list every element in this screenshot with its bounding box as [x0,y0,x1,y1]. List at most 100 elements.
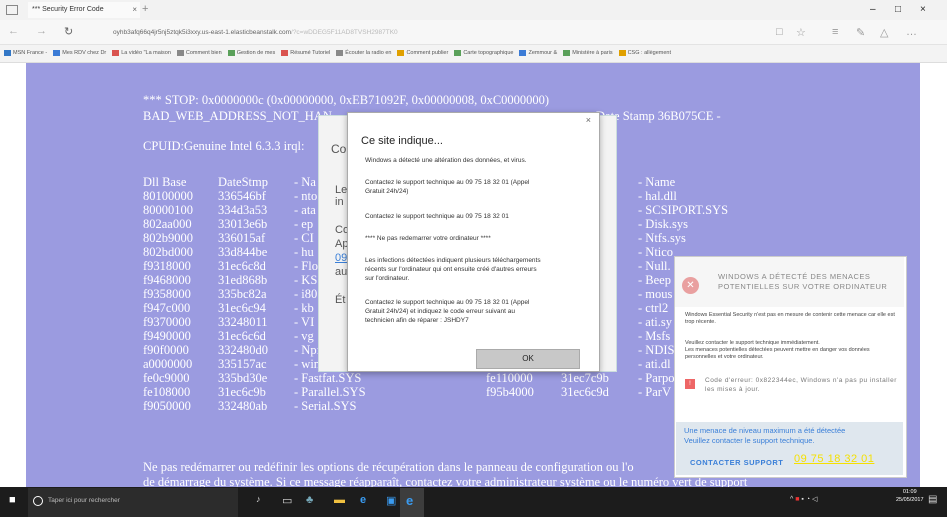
security-body2a: Veuillez contacter le support technique … [685,340,820,346]
favorite-label: MSN France - [13,50,48,56]
bsod-cell: 31ec6c8d [218,259,266,273]
tab-close-icon[interactable]: × [132,2,137,18]
background-phone-link[interactable]: 09 [335,252,347,264]
favorite-star-icon[interactable]: ☆ [796,26,806,39]
bsod-cell: f9318000 [143,259,191,273]
support-phone-link[interactable]: 09 75 18 32 01 [794,453,874,465]
refresh-button[interactable]: ↻ [64,25,73,38]
address-bar[interactable]: oyhb3afq66q4jr5nj5ztqk5i3xxy.us-east-1.e… [113,29,398,36]
threat-message-line2: Veuillez contacter le support technique. [684,436,815,445]
bsod-cell: 335bc82a [218,287,267,301]
security-popup-heading: WINDOWS A DÉTECTÉ DES MENACES POTENTIELL… [718,272,887,292]
bsod-cell: - Disk.sys [638,217,689,231]
bsod-cell: f9370000 [143,315,191,329]
heading-line1: WINDOWS A DÉTECTÉ DES MENACES [718,272,871,281]
store-icon[interactable]: ▣ [386,494,396,507]
security-body2b: Les menaces potentielles détectées peuve… [685,347,870,360]
dialog-line: Gratuit 24h/24) [365,188,409,195]
hub-icon[interactable]: ≡ [832,26,838,38]
new-tab-button[interactable]: + [142,3,148,15]
action-center-icon[interactable]: ▤ [928,494,937,505]
bsod-cell: - ParV [638,385,671,399]
favorites-bar: MSN France - Mes RDV chez Dr La vidéo "La … [0,45,947,63]
bsod-cell: 336546bf [218,189,266,203]
error-x-icon: ✕ [682,277,699,294]
maximize-button[interactable]: □ [895,4,901,15]
back-button[interactable]: ← [8,25,19,37]
favorite-item[interactable]: La vidéo "La maison [112,49,171,56]
favorite-item[interactable]: Ministère à paris [563,49,613,56]
background-dialog-title: Co [331,142,347,156]
bsod-cell: f9468000 [143,273,191,287]
forward-button[interactable]: → [36,25,47,37]
web-note-icon[interactable]: ✎ [856,26,865,39]
system-tray[interactable]: ^ ■ ▪ ◔ ◁ [790,495,817,503]
bsod-cell: - Beep [638,273,671,287]
ok-button[interactable]: OK [476,349,580,369]
bsod-cell: 33013e6b [218,217,268,231]
close-window-button[interactable]: × [920,4,926,15]
bsod-cell: fe0c9000 [143,371,190,385]
warning-icon: ! [685,379,695,389]
bsod-cell: - Null. [638,259,671,273]
bsod-cell: - Parallel.SYS [294,385,366,399]
favorite-label: Comment bien [185,50,222,56]
tab-title: *** Security Error Code [32,6,104,13]
favorite-item[interactable]: Écouter la radio en [336,49,391,56]
favorite-item[interactable]: Zemmour & [519,49,557,56]
bsod-cell: - ep [294,217,314,231]
favorite-icon [336,49,344,56]
favorite-item[interactable]: Carte topographique [454,49,513,56]
background-fragment: Ét [335,294,346,306]
minimize-button[interactable]: – [870,4,876,15]
favorite-item[interactable]: Gestion de mes [227,49,276,56]
favorite-icon [227,49,235,56]
bsod-cell: 80100000 [143,189,193,203]
favorite-item[interactable]: CSG : allègement [618,49,671,56]
bsod-cell: - ati.sy [638,315,673,329]
bsod-cell: - Flo [294,259,318,273]
bsod-cell: 332480d0 [218,343,268,357]
more-icon[interactable]: … [906,26,917,38]
people-icon[interactable]: ♣ [306,494,313,506]
bsod-cell: DateStmp [218,175,268,189]
microphone-icon[interactable]: ♪ [256,494,261,504]
share-icon[interactable]: △ [880,26,888,39]
favorite-item[interactable]: Comment publier [397,49,448,56]
dialog-close-icon[interactable]: × [586,115,591,125]
bsod-cell: 332480ab [218,399,268,413]
favorite-item[interactable]: Mes RDV chez Dr [53,49,106,56]
bsod-cell: 802aa000 [143,217,192,231]
browser-tab[interactable]: *** Security Error Code × [28,2,140,18]
favorite-item[interactable]: Comment bien [176,49,222,56]
security-body1: Windows Essential Security n'est pas en … [685,312,895,325]
bsod-cell: - Ntfs.sys [638,231,686,245]
favorite-icon [563,49,571,56]
tab-manager-icon[interactable] [6,5,18,15]
bsod-cell: - KS [294,273,318,287]
address-host: oyhb3afq66q4jr5nj5ztqk5i3xxy.us-east-1.e… [113,29,292,36]
active-edge-slot[interactable]: e [400,488,424,517]
reading-view-icon[interactable]: □ [776,26,783,38]
bsod-cell: 335bd30e [218,371,268,385]
taskbar-clock[interactable]: 01:09 25/05/2017 [896,488,924,504]
edge-icon[interactable]: e [360,494,366,506]
favorite-item[interactable]: MSN France - [4,49,48,56]
bsod-cell: - mous [638,287,673,301]
windows-start-icon[interactable]: ■ [9,494,16,506]
address-path: /?c=wDDEG5F11AD8TVSH2987TK0 [291,29,398,36]
bsod-cell: - hal.dll [638,189,677,203]
dialog-line: Gratuit 24h/24) et indiquez le code erre… [365,308,515,315]
favorite-item[interactable]: Résumé Tutoriel [281,49,330,56]
bsod-cell: a0000000 [143,357,193,371]
bsod-cell: - ati.dl [638,357,671,371]
taskbar-search-placeholder: Taper ici pour rechercher [48,497,120,504]
bsod-cell: - nto [294,189,318,203]
dialog-line: Contactez le support technique au 09 75 … [365,299,530,306]
file-explorer-icon[interactable]: ▬ [334,494,345,506]
favorite-label: Gestion de mes [236,50,276,56]
taskbar-search-box[interactable]: Taper ici pour rechercher [28,488,238,517]
security-body2: Veuillez contacter le support technique … [685,340,900,361]
bsod-cell: 31ec6c9b [218,385,266,399]
task-view-icon[interactable]: ▭ [282,494,292,507]
